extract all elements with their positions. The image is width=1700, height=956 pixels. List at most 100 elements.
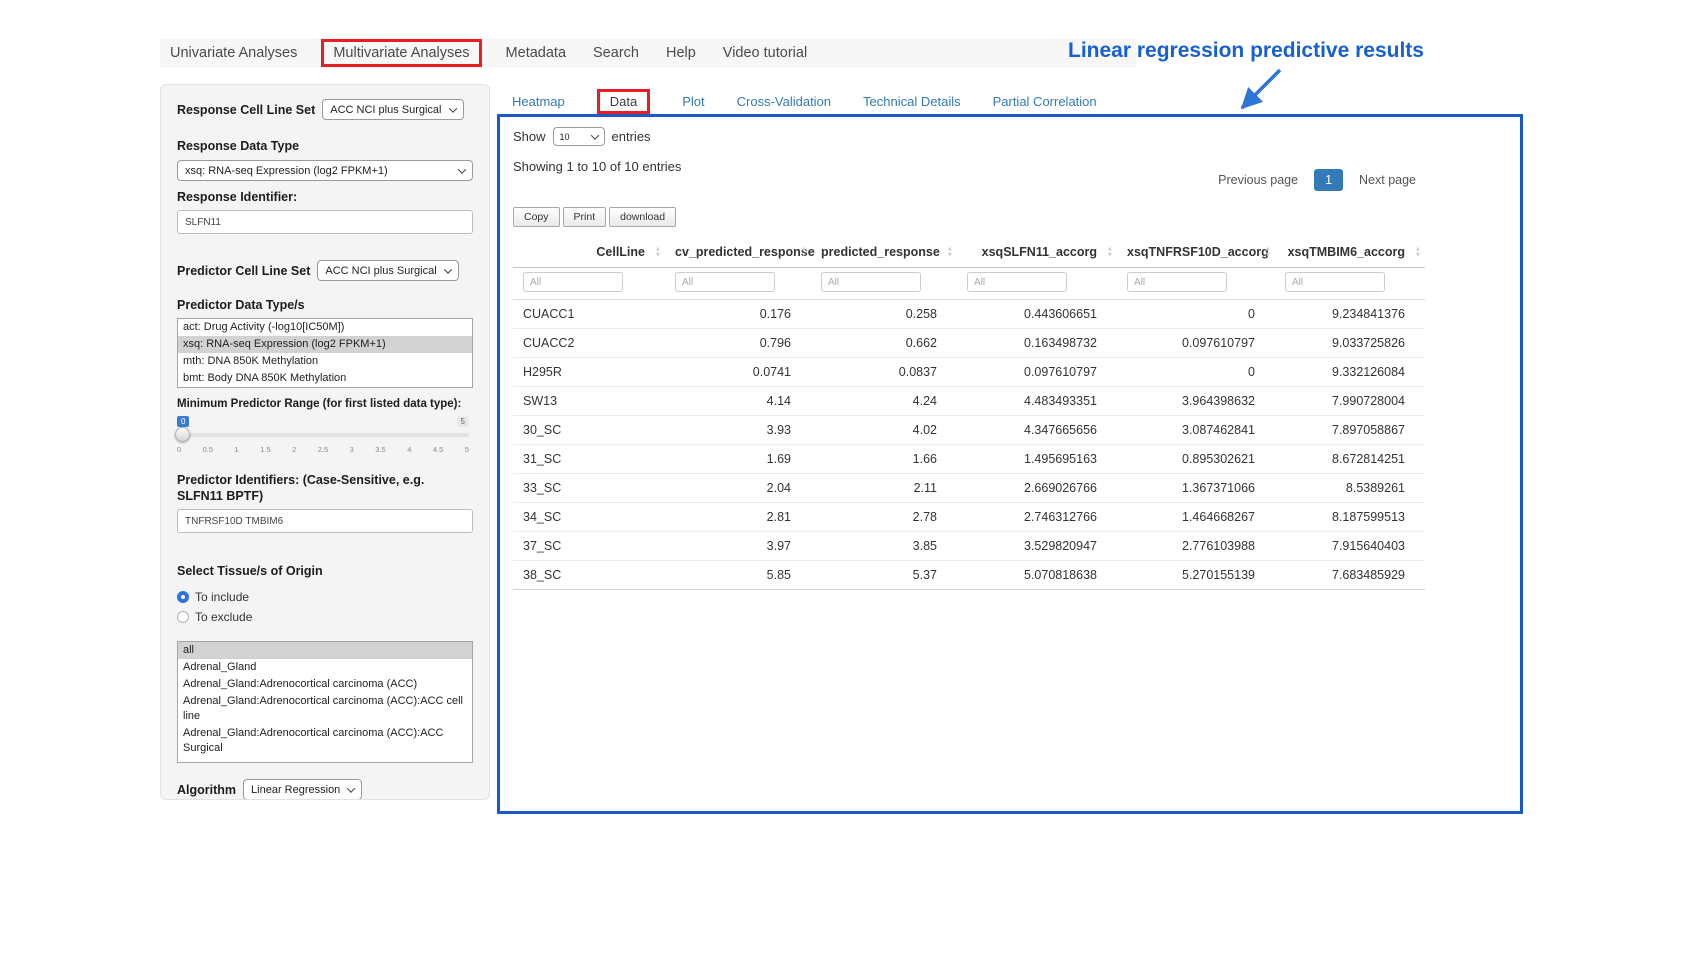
listbox-option[interactable]: xsq: RNA-seq Expression (log2 FPKM+1) bbox=[178, 336, 472, 353]
tissue-origin-label: Select Tissue/s of Origin bbox=[177, 563, 473, 579]
slider-tick-label: 0.5 bbox=[203, 445, 213, 454]
slider-max-label: 5 bbox=[457, 416, 469, 427]
result-tab[interactable]: Data bbox=[597, 89, 650, 114]
result-tab[interactable]: Plot bbox=[682, 94, 704, 109]
value-cell: 7.683485929 bbox=[1275, 561, 1425, 590]
predictor-identifiers-input[interactable] bbox=[177, 509, 473, 533]
column-header-label: xsqTMBIM6_accorg bbox=[1288, 245, 1405, 259]
column-filter-input[interactable] bbox=[821, 272, 921, 292]
nav-item[interactable]: Multivariate Analyses bbox=[321, 39, 481, 67]
sort-icon[interactable] bbox=[947, 247, 953, 258]
listbox-option[interactable]: mth: DNA 850K Methylation bbox=[178, 353, 472, 370]
export-button[interactable]: Copy bbox=[513, 207, 560, 227]
predictor-cell-line-set-select[interactable]: ACC NCI plus Surgical bbox=[317, 260, 458, 281]
listbox-option[interactable]: bmt: Body DNA 850K Methylation bbox=[178, 370, 472, 387]
sort-icon[interactable] bbox=[801, 247, 807, 258]
cellline-cell: CUACC2 bbox=[513, 329, 665, 358]
column-filter-cell bbox=[1275, 268, 1425, 300]
nav-item[interactable]: Metadata bbox=[506, 45, 566, 61]
value-cell: 0.258 bbox=[811, 300, 957, 329]
listbox-option[interactable]: Adrenal_Gland:Adrenocortical carcinoma (… bbox=[178, 676, 472, 693]
listbox-option[interactable]: all bbox=[178, 642, 472, 659]
sidebar-panel: Response Cell Line Set ACC NCI plus Surg… bbox=[160, 84, 490, 800]
response-cell-line-set-select[interactable]: ACC NCI plus Surgical bbox=[322, 99, 463, 120]
radio-to-exclude-label: To exclude bbox=[195, 610, 252, 624]
slider-tick-label: 5 bbox=[465, 445, 469, 454]
slider-value-badge: 0 bbox=[177, 416, 189, 427]
listbox-option[interactable]: act: Drug Activity (-log10[IC50M]) bbox=[178, 319, 472, 336]
export-button[interactable]: Print bbox=[563, 207, 607, 227]
cellline-cell: H295R bbox=[513, 358, 665, 387]
sort-icon[interactable] bbox=[1265, 247, 1271, 258]
column-header[interactable]: CellLine bbox=[513, 237, 665, 268]
value-cell: 8.187599513 bbox=[1275, 503, 1425, 532]
entries-count-select[interactable]: 10 bbox=[553, 127, 605, 146]
column-filter-input[interactable] bbox=[1127, 272, 1227, 292]
value-cell: 4.14 bbox=[665, 387, 811, 416]
value-cell: 7.915640403 bbox=[1275, 532, 1425, 561]
column-filter-input[interactable] bbox=[523, 272, 623, 292]
value-cell: 5.070818638 bbox=[957, 561, 1117, 590]
cellline-cell: 30_SC bbox=[513, 416, 665, 445]
nav-item[interactable]: Univariate Analyses bbox=[170, 45, 297, 61]
nav-item[interactable]: Help bbox=[666, 45, 696, 61]
result-tab[interactable]: Partial Correlation bbox=[993, 94, 1097, 109]
table-row: 33_SC 2.04 2.11 2.669026766 1.367371066 … bbox=[513, 474, 1425, 503]
radio-to-include[interactable]: To include bbox=[177, 587, 473, 607]
next-page-button[interactable]: Next page bbox=[1355, 169, 1420, 191]
algorithm-select[interactable]: Linear Regression bbox=[243, 779, 362, 800]
response-cell-line-set-value: ACC NCI plus Surgical bbox=[330, 104, 441, 116]
chevron-down-icon bbox=[448, 104, 456, 112]
cellline-cell: 38_SC bbox=[513, 561, 665, 590]
result-tab[interactable]: Technical Details bbox=[863, 94, 961, 109]
slider-tick-label: 3.5 bbox=[375, 445, 385, 454]
slider-tick-label: 1.5 bbox=[260, 445, 270, 454]
top-nav: Univariate Analyses Multivariate Analyse… bbox=[160, 38, 1136, 68]
table-row: 38_SC 5.85 5.37 5.070818638 5.270155139 … bbox=[513, 561, 1425, 590]
column-filter-input[interactable] bbox=[1285, 272, 1385, 292]
column-filter-input[interactable] bbox=[675, 272, 775, 292]
export-button[interactable]: download bbox=[609, 207, 676, 227]
response-data-type-select[interactable]: xsq: RNA-seq Expression (log2 FPKM+1) bbox=[177, 160, 473, 181]
predictor-identifiers-label: Predictor Identifiers: (Case-Sensitive, … bbox=[177, 472, 473, 504]
listbox-option[interactable]: Adrenal_Gland bbox=[178, 659, 472, 676]
result-tab[interactable]: Heatmap bbox=[512, 94, 565, 109]
column-header[interactable]: xsqSLFN11_accorg bbox=[957, 237, 1117, 268]
slider-handle[interactable] bbox=[175, 427, 190, 442]
column-header[interactable]: predicted_response bbox=[811, 237, 957, 268]
column-header[interactable]: xsqTMBIM6_accorg bbox=[1275, 237, 1425, 268]
column-header[interactable]: cv_predicted_response bbox=[665, 237, 811, 268]
column-header[interactable]: xsqTNFRSF10D_accorg bbox=[1117, 237, 1275, 268]
value-cell: 4.347665656 bbox=[957, 416, 1117, 445]
current-page-button[interactable]: 1 bbox=[1314, 169, 1343, 191]
value-cell: 0.163498732 bbox=[957, 329, 1117, 358]
value-cell: 1.495695163 bbox=[957, 445, 1117, 474]
listbox-option[interactable]: Adrenal_Gland:Adrenocortical carcinoma (… bbox=[178, 725, 472, 757]
nav-item[interactable]: Search bbox=[593, 45, 639, 61]
value-cell: 1.66 bbox=[811, 445, 957, 474]
value-cell: 4.02 bbox=[811, 416, 957, 445]
value-cell: 1.69 bbox=[665, 445, 811, 474]
value-cell: 4.483493351 bbox=[957, 387, 1117, 416]
response-identifier-input[interactable] bbox=[177, 210, 473, 234]
column-header-label: xsqSLFN11_accorg bbox=[982, 245, 1097, 259]
radio-to-exclude[interactable]: To exclude bbox=[177, 607, 473, 627]
listbox-option[interactable]: Adrenal_Gland:Adrenocortical carcinoma (… bbox=[178, 693, 472, 725]
value-cell: 0.662 bbox=[811, 329, 957, 358]
entries-label: entries bbox=[612, 129, 651, 144]
value-cell: 7.897058867 bbox=[1275, 416, 1425, 445]
predictor-data-types-listbox: act: Drug Activity (-log10[IC50M]) xsq: … bbox=[177, 318, 473, 388]
sort-icon[interactable] bbox=[1107, 247, 1113, 258]
column-header-label: CellLine bbox=[596, 245, 645, 259]
response-data-type-label: Response Data Type bbox=[177, 138, 473, 154]
slider-track[interactable] bbox=[177, 433, 469, 437]
sort-icon[interactable] bbox=[655, 247, 661, 258]
result-tab[interactable]: Cross-Validation bbox=[737, 94, 831, 109]
min-range-slider[interactable]: 0 5 0 0.5 1 1.5 2 2.5 3 3.5 bbox=[177, 416, 469, 464]
nav-item[interactable]: Video tutorial bbox=[723, 45, 807, 61]
radio-to-include-label: To include bbox=[195, 590, 249, 604]
sort-icon[interactable] bbox=[1415, 247, 1421, 258]
value-cell: 0.0837 bbox=[811, 358, 957, 387]
previous-page-button[interactable]: Previous page bbox=[1214, 169, 1302, 191]
column-filter-input[interactable] bbox=[967, 272, 1067, 292]
